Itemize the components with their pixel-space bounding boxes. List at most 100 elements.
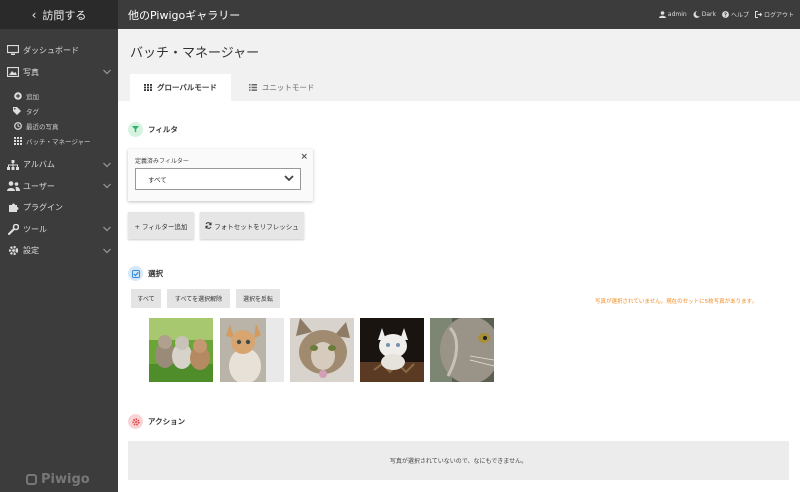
photo-thumbnail[interactable] [360,318,424,382]
invert-selection-label: 選択を反転 [242,296,273,303]
grid-icon [144,84,152,91]
sidebar-item-label: 設定 [23,246,39,256]
photo-icon [6,66,20,78]
filter-title-label: フィルタ [148,125,178,134]
piwigo-logo-icon [26,474,37,485]
gallery-title[interactable]: 他のPiwigoギャラリー [128,7,240,23]
user-icon [658,11,666,18]
moon-icon [693,11,700,18]
piwigo-logo: Piwigo [26,472,90,487]
sidebar-item-label: アルバム [23,160,55,170]
grid-icon [13,136,22,145]
refresh-photoset-label: フォトセットをリフレッシュ [214,222,299,231]
admin-label: admin [667,11,687,18]
visit-label: 訪問する [42,8,87,22]
close-icon[interactable]: × [300,152,308,162]
filter-box: 定義済みフィルター × すべて [128,149,313,201]
sidebar-item-albums[interactable]: アルバム [0,154,118,176]
photo-thumbnail[interactable] [430,318,494,382]
predefined-filter-label: 定義済みフィルター [135,158,189,165]
actions-section-title: アクション [128,414,185,429]
main-area: バッチ・マネージャー グローバルモード ユニットモード フィルタ 定義済みフィル… [118,29,800,492]
logout-link[interactable]: ログアウト [754,10,794,19]
actions-empty-message: 写真が選択されていないので、なにもできません。 [389,458,528,465]
refresh-photoset-button[interactable]: フォトセットをリフレッシュ [200,212,304,239]
actions-empty-box: 写真が選択されていないので、なにもできません。 [128,441,789,480]
photo-thumbnail[interactable] [220,318,284,382]
chevron-down-icon [103,182,111,191]
filter-section-title: フィルタ [128,122,178,137]
dark-mode-link[interactable]: Dark [693,11,716,18]
top-links: admin Dark ? ヘルプ ログアウト [658,10,794,19]
tags-icon [13,106,22,115]
tab-label: グローバルモード [157,83,217,92]
photo-thumbnail[interactable] [149,318,213,382]
sidebar-menu: ダッシュボード 写真 追加 タグ 最近の写真 バッチ・マネージャー アルバム ユ… [0,29,118,262]
gear-icon [6,245,20,257]
sidebar-item-label: 写真 [23,67,39,77]
chevron-left-icon: ‹ [31,7,37,22]
chevron-down-icon [103,160,111,169]
content-panel: フィルタ 定義済みフィルター × すべて + フィルター追加 フォトセットをリフ… [118,101,800,492]
sidebar-subitem-label: バッチ・マネージャー [26,137,91,146]
sidebar-item-plugins[interactable]: プラグイン [0,197,118,219]
sidebar-subitem-label: タグ [26,107,39,116]
tab-unit-mode[interactable]: ユニットモード [235,74,329,101]
refresh-icon [205,222,212,229]
sidebar-item-label: ユーザー [23,181,55,191]
checkbox-icon [128,266,143,281]
select-none-button[interactable]: すべてを選択解除 [167,289,230,308]
sidebar-item-label: プラグイン [23,203,63,213]
puzzle-icon [6,202,20,214]
help-label: ヘルプ [730,12,749,19]
sidebar-item-dashboard[interactable]: ダッシュボード [0,40,118,62]
sidebar-item-label: ツール [23,224,47,234]
sidebar-item-photos[interactable]: 写真 [0,62,118,84]
chevron-down-icon [103,68,111,77]
dark-label: Dark [701,11,716,18]
logout-label: ログアウト [763,12,794,19]
sidebar-item-tools[interactable]: ツール [0,219,118,241]
filter-icon [128,122,143,137]
invert-selection-button[interactable]: 選択を反転 [236,289,280,308]
chevron-down-icon [103,246,111,255]
selection-title-label: 選択 [148,269,163,278]
gear-icon [128,414,143,429]
sidebar-item-users[interactable]: ユーザー [0,176,118,198]
monitor-icon [6,45,20,57]
selection-section-title: 選択 [128,266,163,281]
predefined-filter-select[interactable]: すべて [135,168,301,190]
visit-gallery-link[interactable]: ‹ 訪問する [0,0,118,29]
sidebar-item-label: ダッシュボード [23,46,79,56]
svg-text:?: ? [724,13,727,18]
sidebar-item-settings[interactable]: 設定 [0,240,118,262]
select-all-button[interactable]: すべて [131,289,161,308]
chevron-down-icon [103,225,111,234]
help-link[interactable]: ? ヘルプ [722,10,749,19]
logout-icon [754,11,762,18]
select-none-label: すべてを選択解除 [174,296,223,303]
wrench-icon [6,223,20,235]
add-filter-label: + フィルター追加 [134,222,188,231]
sidebar-subitem-tags[interactable]: タグ [0,103,118,118]
actions-title-label: アクション [148,417,186,426]
filter-select-value: すべて [148,176,167,184]
sidebar-subitem-recent[interactable]: 最近の写真 [0,118,118,133]
admin-link[interactable]: admin [658,11,687,18]
add-filter-button[interactable]: + フィルター追加 [128,212,194,239]
photo-thumbnail[interactable] [290,318,354,382]
sidebar-subitem-label: 追加 [26,92,39,101]
page-title: バッチ・マネージャー [130,46,260,61]
tab-label: ユニットモード [261,83,315,92]
sitemap-icon [6,159,20,171]
sidebar-subitem-batch-manager[interactable]: バッチ・マネージャー [0,133,118,148]
top-bar: 他のPiwigoギャラリー admin Dark ? ヘルプ ログアウト [118,0,800,29]
photos-submenu: 追加 タグ 最近の写真 バッチ・マネージャー [0,83,118,154]
sidebar-subitem-label: 最近の写真 [26,122,59,131]
users-icon [6,180,20,192]
mode-tabs: グローバルモード ユニットモード [130,74,328,101]
tab-global-mode[interactable]: グローバルモード [130,74,231,101]
sidebar-subitem-add[interactable]: 追加 [0,88,118,103]
sidebar: ‹ 訪問する ダッシュボード 写真 追加 タグ 最近の写真 バッチ・マネージャー… [0,0,118,492]
chevron-down-icon [284,175,294,183]
